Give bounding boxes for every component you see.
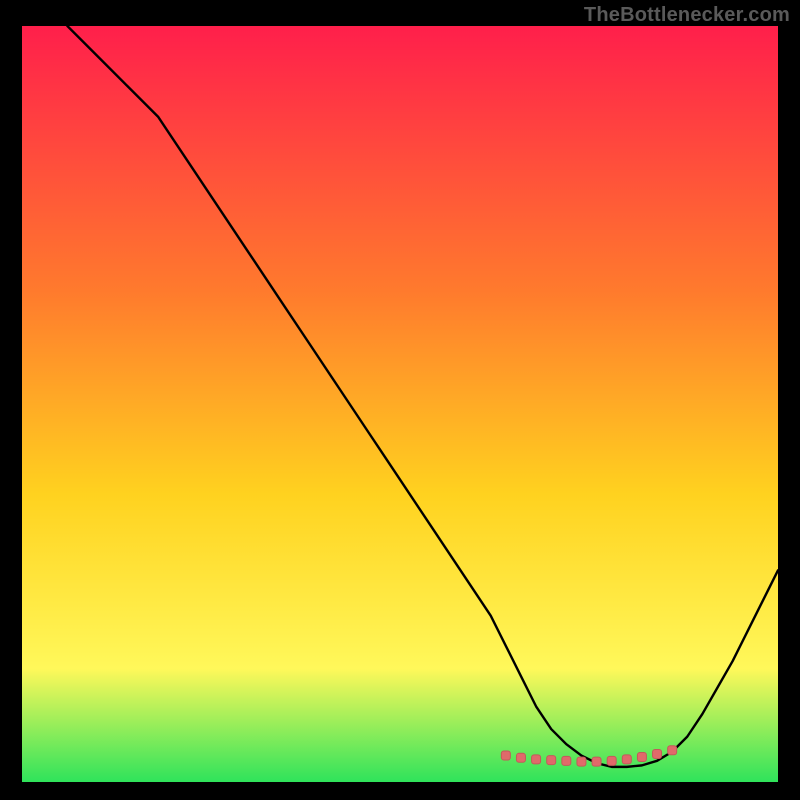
plot-area bbox=[22, 26, 778, 782]
curve-marker bbox=[501, 751, 510, 760]
curve-marker bbox=[547, 756, 556, 765]
gradient-background bbox=[22, 26, 778, 782]
curve-marker bbox=[516, 753, 525, 762]
curve-marker bbox=[592, 757, 601, 766]
curve-marker bbox=[653, 750, 662, 759]
watermark-text: TheBottlenecker.com bbox=[584, 4, 790, 27]
curve-marker bbox=[577, 757, 586, 766]
curve-marker bbox=[562, 756, 571, 765]
curve-marker bbox=[668, 746, 677, 755]
chart-frame: TheBottlenecker.com bbox=[0, 0, 800, 800]
curve-marker bbox=[622, 755, 631, 764]
bottleneck-chart bbox=[22, 26, 778, 782]
curve-marker bbox=[637, 753, 646, 762]
curve-marker bbox=[532, 755, 541, 764]
curve-marker bbox=[607, 756, 616, 765]
